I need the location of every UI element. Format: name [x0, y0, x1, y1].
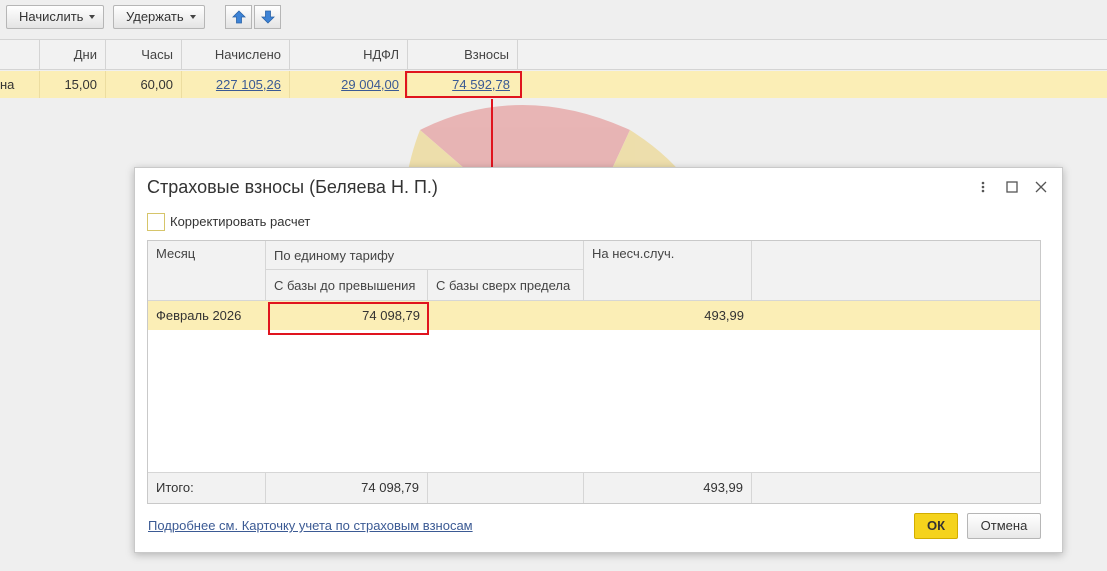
- accruals-table-header: Дни Часы Начислено НДФЛ Взносы: [0, 39, 1107, 70]
- column-header-accident[interactable]: На несч.случ.: [584, 241, 752, 301]
- total-base-above: [428, 473, 584, 503]
- chevron-down-icon: [89, 15, 96, 19]
- withhold-button[interactable]: Удержать: [113, 5, 205, 29]
- column-header-contributions[interactable]: Взносы: [408, 40, 518, 69]
- cell-accrued: 227 105,26: [182, 71, 290, 98]
- cell-month: Февраль 2026: [156, 308, 242, 323]
- totals-row: Итого: 74 098,79 493,99: [148, 472, 1040, 503]
- arrow-up-icon: [232, 10, 246, 24]
- move-up-button[interactable]: [225, 5, 252, 29]
- cell-ndfl: 29 004,00: [290, 71, 408, 98]
- more-vertical-icon[interactable]: [974, 178, 992, 196]
- totals-label: Итого:: [148, 473, 266, 503]
- accrue-button[interactable]: Начислить: [6, 5, 105, 29]
- cell-base-above: [428, 301, 584, 330]
- move-down-button[interactable]: [254, 5, 281, 29]
- ok-button[interactable]: ОК: [914, 513, 958, 539]
- maximize-icon[interactable]: [1003, 178, 1021, 196]
- cell-name: на: [0, 71, 40, 98]
- annotation-highlight-base-below: [268, 302, 429, 335]
- cell-days: 15,00: [40, 71, 106, 98]
- insurance-contributions-dialog: Страховые взносы (Беляева Н. П.) Коррект…: [134, 167, 1063, 553]
- toolbar: Начислить Удержать: [0, 0, 1107, 38]
- column-header-name[interactable]: [0, 40, 40, 69]
- column-group-unified-tariff: По единому тарифу: [266, 241, 584, 270]
- column-header-base-below[interactable]: С базы до превышения: [266, 270, 428, 301]
- total-base-below: 74 098,79: [266, 473, 428, 503]
- close-icon[interactable]: [1032, 178, 1050, 196]
- column-header-ndfl[interactable]: НДФЛ: [290, 40, 408, 69]
- column-header-accrued[interactable]: Начислено: [182, 40, 290, 69]
- dialog-title: Страховые взносы (Беляева Н. П.): [147, 177, 438, 197]
- header-filler: [752, 241, 1040, 301]
- correct-calculation-checkbox[interactable]: [147, 213, 165, 231]
- header-filler: [518, 40, 1107, 69]
- arrow-down-icon: [261, 10, 275, 24]
- contributions-card-link[interactable]: Подробнее см. Карточку учета по страховы…: [148, 518, 473, 533]
- column-header-hours[interactable]: Часы: [106, 40, 182, 69]
- correct-calculation-label: Корректировать расчет: [170, 214, 311, 229]
- cell-accident: 493,99: [704, 308, 744, 323]
- annotation-highlight-contributions: [405, 71, 522, 98]
- chevron-down-icon: [189, 15, 196, 19]
- column-header-month[interactable]: Месяц: [148, 241, 266, 301]
- total-accident: 493,99: [584, 473, 752, 503]
- withhold-button-label: Удержать: [126, 9, 184, 24]
- ndfl-link[interactable]: 29 004,00: [341, 77, 399, 92]
- accrue-button-label: Начислить: [19, 9, 84, 24]
- contributions-grid: Месяц По единому тарифу С базы до превыш…: [147, 240, 1041, 504]
- cancel-button[interactable]: Отмена: [967, 513, 1041, 539]
- accrued-link[interactable]: 227 105,26: [216, 77, 281, 92]
- column-header-days[interactable]: Дни: [40, 40, 106, 69]
- column-header-base-above[interactable]: С базы сверх предела: [428, 270, 584, 301]
- cell-hours: 60,00: [106, 71, 182, 98]
